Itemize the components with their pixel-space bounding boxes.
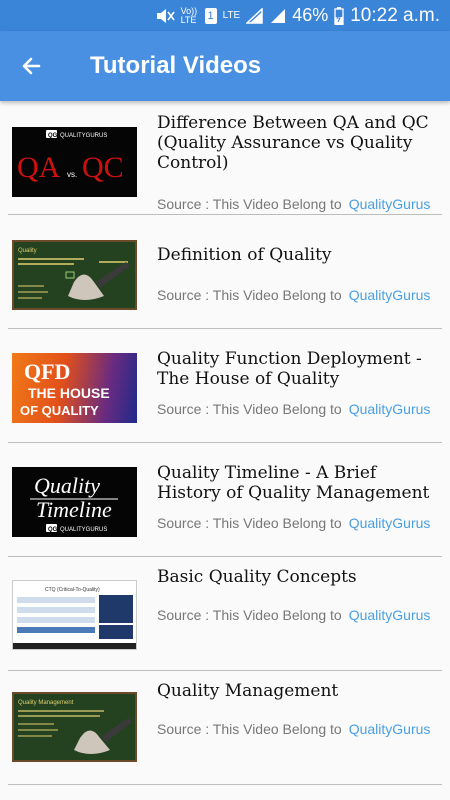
svg-text:CTQ (Critical-To-Quality): CTQ (Critical-To-Quality) (45, 587, 100, 593)
page-title: Tutorial Videos (90, 52, 262, 79)
video-source: Source : This Video Belong to QualityGuru… (157, 401, 430, 417)
video-item[interactable]: Quality Management Quality Management So… (0, 671, 450, 785)
svg-text:QG: QG (48, 527, 58, 533)
arrow-back-icon (22, 57, 41, 75)
mute-icon (155, 8, 175, 24)
svg-text:Quality Management: Quality Management (18, 700, 74, 706)
video-item[interactable]: QFD THE HOUSE OF QUALITY Quality Functio… (0, 329, 450, 443)
lte-label: LTE (222, 10, 241, 21)
svg-text:QUALITYGURUS: QUALITYGURUS (60, 527, 107, 533)
source-link[interactable]: QualityGurus (349, 287, 431, 303)
video-item[interactable]: CTQ (Critical-To-Quality) Basic Quality … (0, 557, 450, 671)
svg-text:THE HOUSE: THE HOUSE (28, 385, 110, 401)
video-thumbnail[interactable]: Quality (12, 240, 137, 310)
video-thumbnail[interactable]: QG QUALITYGURUS QA vs. QC (12, 127, 137, 197)
divider (8, 784, 442, 785)
video-source: Source : This Video Belong to QualityGuru… (157, 515, 430, 531)
source-label: Source : This Video Belong to (157, 721, 342, 737)
source-link[interactable]: QualityGurus (349, 515, 431, 531)
source-link[interactable]: QualityGurus (349, 607, 431, 623)
video-source: Source : This Video Belong to QualityGuru… (157, 721, 430, 737)
video-source: Source : This Video Belong to QualityGuru… (157, 607, 430, 623)
status-bar: Vo)) LTE 1 LTE 46% 10:22 a.m. (0, 0, 450, 31)
svg-text:QFD: QFD (24, 359, 70, 384)
source-label: Source : This Video Belong to (157, 515, 342, 531)
svg-text:QG: QG (48, 133, 58, 139)
battery-icon (334, 6, 344, 25)
video-title[interactable]: Difference Between QA and QC (Quality As… (157, 113, 437, 173)
source-label: Source : This Video Belong to (157, 196, 342, 212)
video-item[interactable]: Quality Timeline QG QUALITYGURUS Quality… (0, 443, 450, 557)
back-button[interactable] (16, 51, 46, 81)
video-title[interactable]: Basic Quality Concepts (157, 567, 437, 587)
clock: 10:22 a.m. (350, 4, 440, 26)
svg-text:QUALITYGURUS: QUALITYGURUS (60, 133, 107, 139)
sim-icon: 1 (204, 7, 217, 24)
video-title[interactable]: Quality Management (157, 681, 437, 701)
svg-text:OF QUALITY: OF QUALITY (20, 403, 99, 418)
svg-text:Quality: Quality (18, 248, 37, 254)
source-link[interactable]: QualityGurus (349, 196, 431, 212)
source-link[interactable]: QualityGurus (349, 401, 431, 417)
battery-percent: 46% (292, 5, 329, 25)
video-thumbnail[interactable]: QFD THE HOUSE OF QUALITY (12, 353, 137, 423)
svg-text:Timeline: Timeline (36, 497, 112, 522)
svg-text:vs.: vs. (67, 170, 77, 179)
video-title[interactable]: Definition of Quality (157, 245, 437, 265)
video-item[interactable]: Quality Definition of Quality Source : T… (0, 215, 450, 329)
video-title[interactable]: Quality Timeline - A Brief History of Qu… (157, 463, 437, 503)
source-label: Source : This Video Belong to (157, 607, 342, 623)
video-list: QG QUALITYGURUS QA vs. QC Difference Bet… (0, 101, 450, 785)
svg-text:QA: QA (17, 151, 61, 184)
svg-text:QC: QC (82, 151, 124, 184)
video-source: Source : This Video Belong to QualityGuru… (157, 287, 430, 303)
video-item[interactable]: QG QUALITYGURUS QA vs. QC Difference Bet… (0, 101, 450, 215)
svg-text:Quality: Quality (34, 473, 100, 498)
video-thumbnail[interactable]: Quality Management (12, 692, 137, 762)
video-source: Source : This Video Belong to QualityGuru… (157, 196, 430, 212)
video-thumbnail[interactable]: CTQ (Critical-To-Quality) (12, 580, 137, 650)
source-label: Source : This Video Belong to (157, 287, 342, 303)
app-bar: Tutorial Videos (0, 31, 450, 101)
video-thumbnail[interactable]: Quality Timeline QG QUALITYGURUS (12, 467, 137, 537)
source-label: Source : This Video Belong to (157, 401, 342, 417)
video-title[interactable]: Quality Function Deployment - The House … (157, 349, 437, 389)
signal-icon-2 (270, 8, 286, 24)
source-link[interactable]: QualityGurus (349, 721, 431, 737)
signal-icon-1 (246, 7, 264, 24)
volte-icon: Vo)) LTE (180, 5, 198, 25)
